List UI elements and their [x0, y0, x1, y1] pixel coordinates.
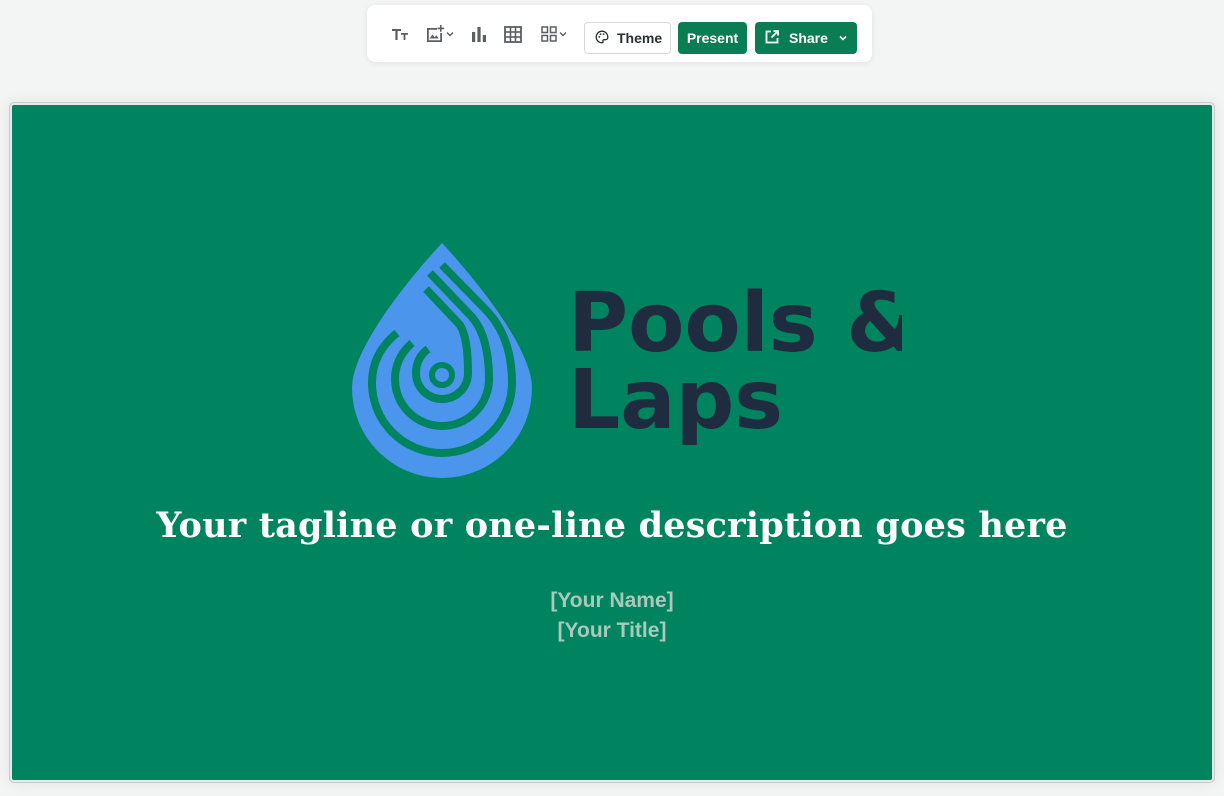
presenter-name[interactable]: [Your Name]: [12, 589, 1212, 613]
layout-grid-icon: [540, 25, 558, 43]
bar-chart-icon: [469, 24, 489, 44]
slide-tagline[interactable]: Your tagline or one-line description goe…: [12, 505, 1212, 546]
text-tool-button[interactable]: [389, 21, 411, 47]
chevron-down-icon: [559, 30, 567, 38]
text-size-icon: [390, 24, 410, 44]
present-button-label: Present: [686, 30, 739, 46]
external-link-icon: [764, 29, 780, 48]
logo-brand-line2: Laps: [568, 353, 783, 448]
theme-button-label: Theme: [617, 30, 663, 46]
share-button[interactable]: Share: [755, 22, 857, 54]
chart-tool-button[interactable]: [468, 21, 490, 47]
image-tool-button[interactable]: [423, 21, 455, 47]
present-button[interactable]: Present: [678, 22, 747, 54]
theme-button[interactable]: Theme: [584, 22, 671, 54]
table-icon: [503, 24, 523, 44]
add-image-icon: [425, 24, 445, 44]
palette-icon: [595, 30, 609, 47]
share-button-label: Share: [789, 30, 828, 46]
company-logo[interactable]: Pools & Laps: [342, 243, 918, 483]
presenter-title[interactable]: [Your Title]: [12, 619, 1212, 643]
table-tool-button[interactable]: [502, 21, 524, 47]
layout-tool-button[interactable]: [537, 21, 569, 47]
editor-toolbar: Theme Present Share: [367, 5, 872, 62]
water-drop-icon: [352, 243, 532, 478]
title-slide[interactable]: Pools & Laps Your tagline or one-line de…: [9, 102, 1215, 783]
chevron-down-icon[interactable]: [838, 30, 848, 46]
chevron-down-icon: [446, 30, 454, 38]
